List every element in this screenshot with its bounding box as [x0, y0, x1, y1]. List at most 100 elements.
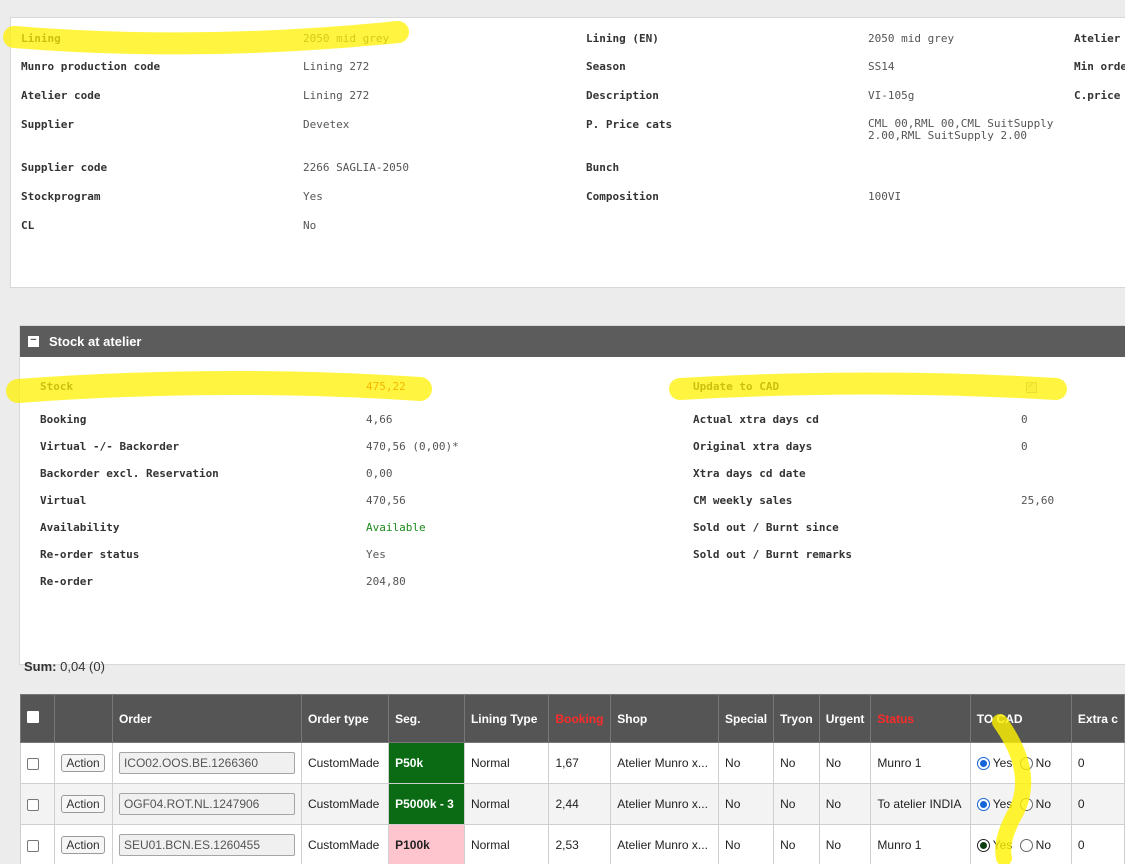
info-label-supplier-code: Supplier code — [21, 161, 108, 174]
stock-label-cm-weekly-sales: CM weekly sales — [693, 494, 793, 507]
row-select-cell — [19, 824, 56, 864]
info-value-description: VI-105g — [868, 89, 915, 102]
stock-value-original-xtra-days: 0 — [1021, 440, 1028, 453]
row-special: No — [718, 824, 775, 864]
header-tryon[interactable]: Tryon — [773, 694, 820, 743]
row-special: No — [718, 783, 775, 825]
row-seg: P100k — [388, 824, 465, 864]
header-lining-type[interactable]: Lining Type — [463, 694, 550, 743]
to-cad-no-radio[interactable] — [1019, 838, 1033, 852]
info-value-composition: 100VI — [868, 190, 902, 203]
info-label-supplier: Supplier — [21, 118, 74, 131]
row-seg: P50k — [388, 742, 465, 784]
row-select-cell — [19, 783, 56, 825]
row-action-cell: Action — [54, 783, 113, 825]
header-shop[interactable]: Shop — [610, 694, 720, 743]
order-field[interactable]: SEU01.BCN.ES.1260455 — [118, 834, 295, 856]
row-status: Munro 1 — [870, 742, 971, 784]
header-to-cad[interactable]: TO CAD — [969, 694, 1072, 743]
row-tryon: No — [773, 783, 820, 825]
info-value-lining-en: 2050 mid grey — [868, 32, 955, 45]
row-checkbox[interactable] — [27, 798, 39, 811]
info-label-description: Description — [586, 89, 659, 102]
to-cad-yes-radio[interactable] — [976, 838, 990, 852]
to-cad-no-label: No — [1035, 797, 1052, 812]
header-select-all[interactable] — [19, 694, 56, 743]
row-select-cell — [19, 742, 56, 784]
info-label-lining: Lining — [21, 32, 61, 45]
row-extra: 0 — [1070, 742, 1125, 784]
table-header-row: Order Order type Seg. Lining Type Bookin… — [19, 694, 1125, 743]
to-cad-yes-radio[interactable] — [976, 756, 990, 770]
update-to-cad-checkbox[interactable] — [1026, 380, 1037, 393]
info-label-bunch: Bunch — [586, 161, 620, 174]
row-order-type: CustomMade — [300, 783, 390, 825]
header-order[interactable]: Order — [111, 694, 302, 743]
row-extra: 0 — [1070, 824, 1125, 864]
header-extra[interactable]: Extra c — [1070, 694, 1125, 743]
header-status[interactable]: Status — [870, 694, 971, 743]
action-button[interactable]: Action — [61, 795, 105, 813]
action-button[interactable]: Action — [61, 836, 105, 854]
row-checkbox[interactable] — [27, 757, 39, 770]
to-cad-no-label: No — [1035, 756, 1052, 771]
stock-at-atelier-panel: − Stock at atelier Stock 475,22 Booking … — [19, 325, 1125, 665]
to-cad-yes-label: Yes — [992, 838, 1013, 853]
row-order-cell: SEU01.BCN.ES.1260455 — [111, 824, 302, 864]
info-value-lining: 2050 mid grey — [303, 32, 390, 45]
header-action — [54, 694, 113, 743]
stock-value-reorder-status: Yes — [366, 548, 386, 561]
info-value-stockprogram: Yes — [303, 190, 323, 203]
stock-panel-title: Stock at atelier — [49, 334, 142, 349]
row-checkbox[interactable] — [27, 839, 39, 852]
stock-label-update-cad: Update to CAD — [693, 380, 780, 393]
stock-label-virtual-backorder: Virtual -/- Backorder — [40, 440, 180, 453]
stock-label-sold-out-since: Sold out / Burnt since — [693, 521, 839, 534]
info-label-season: Season — [586, 60, 626, 73]
to-cad-no-label: No — [1035, 838, 1052, 853]
row-status: Munro 1 — [870, 824, 971, 864]
order-field[interactable]: OGF04.ROT.NL.1247906 — [118, 793, 295, 815]
order-field[interactable]: ICO02.OOS.BE.1266360 — [118, 752, 295, 774]
row-to-cad: Yes No — [969, 783, 1072, 825]
row-shop: Atelier Munro x... — [610, 824, 720, 864]
row-booking: 1,67 — [548, 742, 612, 784]
stock-value-booking: 4,66 — [366, 413, 393, 426]
table-row: Action OGF04.ROT.NL.1247906 CustomMade P… — [19, 783, 1125, 825]
stock-value-virtual: 470,56 — [366, 494, 406, 507]
stock-value-availability: Available — [366, 521, 426, 534]
info-value-price-cats: CML 00,RML 00,CML SuitSupply 2.00,RML Su… — [868, 117, 1054, 142]
row-lining-type: Normal — [463, 824, 550, 864]
header-order-type[interactable]: Order type — [300, 694, 390, 743]
to-cad-yes-label: Yes — [992, 756, 1013, 771]
stock-panel-header[interactable]: − Stock at atelier — [20, 326, 1125, 357]
header-special[interactable]: Special — [718, 694, 775, 743]
select-all-checkbox[interactable] — [27, 711, 39, 723]
row-lining-type: Normal — [463, 783, 550, 825]
row-order-type: CustomMade — [300, 824, 390, 864]
row-booking: 2,53 — [548, 824, 612, 864]
action-button[interactable]: Action — [61, 754, 105, 772]
info-label-composition: Composition — [586, 190, 659, 203]
stock-value-reorder: 204,80 — [366, 575, 406, 588]
info-value-season: SS14 — [868, 60, 895, 73]
header-seg[interactable]: Seg. — [388, 694, 465, 743]
lining-info-panel: Lining 2050 mid grey Munro production co… — [10, 17, 1125, 288]
header-booking[interactable]: Booking — [548, 694, 612, 743]
collapse-icon[interactable]: − — [28, 335, 39, 347]
row-tryon: No — [773, 742, 820, 784]
to-cad-yes-radio[interactable] — [976, 797, 990, 811]
to-cad-no-radio[interactable] — [1019, 756, 1033, 770]
stock-value-backorder-excl: 0,00 — [366, 467, 393, 480]
info-label-production-code: Munro production code — [21, 60, 161, 73]
stock-value-cm-weekly-sales: 25,60 — [1021, 494, 1055, 507]
info-value-production-code: Lining 272 — [303, 60, 370, 73]
table-row: Action SEU01.BCN.ES.1260455 CustomMade P… — [19, 824, 1125, 864]
info-value-supplier-code: 2266 SAGLIA-2050 — [303, 161, 409, 174]
to-cad-no-radio[interactable] — [1019, 797, 1033, 811]
sum-line: Sum: 0,04 (0) — [24, 659, 105, 674]
info-label-price-cats: P. Price cats — [586, 118, 673, 131]
header-urgent[interactable]: Urgent — [818, 694, 872, 743]
row-action-cell: Action — [54, 824, 113, 864]
row-special: No — [718, 742, 775, 784]
